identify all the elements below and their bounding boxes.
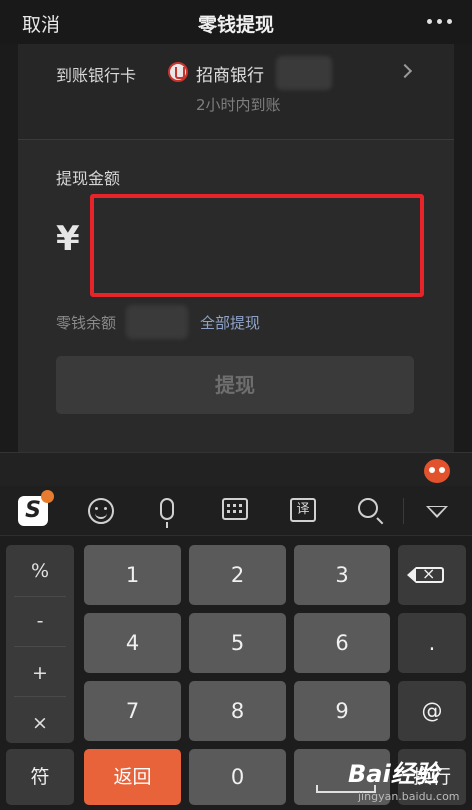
symbol-key[interactable]: 符	[6, 749, 74, 805]
symbol-divider	[14, 646, 66, 647]
key-plus[interactable]: +	[6, 662, 74, 684]
balance-value-blurred	[126, 305, 188, 339]
key-1[interactable]: 1	[84, 545, 181, 605]
key-8[interactable]: 8	[189, 681, 286, 741]
collapse-keyboard-icon[interactable]	[426, 506, 448, 518]
withdraw-submit-button[interactable]: 提现	[56, 356, 414, 414]
symbol-divider	[14, 596, 66, 597]
amount-label: 提现金额	[56, 169, 121, 188]
currency-symbol: ¥	[56, 219, 80, 259]
amount-input-highlight[interactable]	[90, 194, 424, 297]
keyboard-toolbar: S 译	[0, 486, 472, 536]
key-multiply[interactable]: ×	[6, 712, 74, 734]
symbol-divider	[14, 696, 66, 697]
toolbar-separator	[403, 498, 404, 524]
chevron-right-icon	[397, 63, 413, 79]
divider	[18, 139, 454, 140]
keyboard-top-strip	[0, 452, 472, 486]
key-dot[interactable]: .	[398, 613, 466, 673]
translate-icon[interactable]: 译	[290, 498, 316, 522]
watermark-url: jingyan.baidu.com	[358, 790, 460, 803]
key-percent[interactable]: %	[6, 560, 74, 582]
cmb-bank-logo-icon	[168, 62, 188, 82]
key-5[interactable]: 5	[189, 613, 286, 673]
key-2[interactable]: 2	[189, 545, 286, 605]
key-3[interactable]: 3	[294, 545, 390, 605]
withdraw-all-link[interactable]: 全部提现	[200, 312, 260, 333]
mascot-icon[interactable]	[424, 459, 450, 483]
amount-input[interactable]	[94, 198, 420, 293]
emoji-icon[interactable]	[88, 498, 114, 524]
more-dots-icon[interactable]	[427, 19, 452, 24]
arrival-note: 2小时内到账	[196, 96, 281, 114]
bank-card-label: 到账银行卡	[56, 66, 137, 85]
card-number-blurred	[276, 56, 332, 90]
key-7[interactable]: 7	[84, 681, 181, 741]
back-key[interactable]: 返回	[84, 749, 181, 805]
bank-name: 招商银行	[196, 66, 264, 86]
microphone-icon[interactable]	[160, 498, 174, 528]
key-9[interactable]: 9	[294, 681, 390, 741]
balance-label: 零钱余额	[56, 314, 117, 332]
key-6[interactable]: 6	[294, 613, 390, 673]
key-4[interactable]: 4	[84, 613, 181, 673]
sogou-logo-icon[interactable]: S	[18, 490, 54, 526]
key-0[interactable]: 0	[189, 749, 286, 805]
bank-card-row[interactable]: 到账银行卡 招商银行 2小时内到账	[18, 44, 454, 139]
page-title: 零钱提现	[197, 14, 274, 36]
watermark-logo: Bai经验	[348, 760, 439, 788]
keyboard-icon[interactable]	[222, 498, 248, 520]
backspace-key[interactable]	[398, 545, 466, 605]
withdraw-panel: 提现金额 ¥ 零钱余额 全部提现 提现	[18, 139, 454, 455]
nav-bar: 取消 零钱提现	[0, 0, 472, 44]
backspace-icon	[407, 564, 444, 583]
search-icon[interactable]	[358, 498, 378, 518]
key-at[interactable]: @	[398, 681, 466, 741]
key-minus[interactable]: -	[6, 610, 74, 632]
